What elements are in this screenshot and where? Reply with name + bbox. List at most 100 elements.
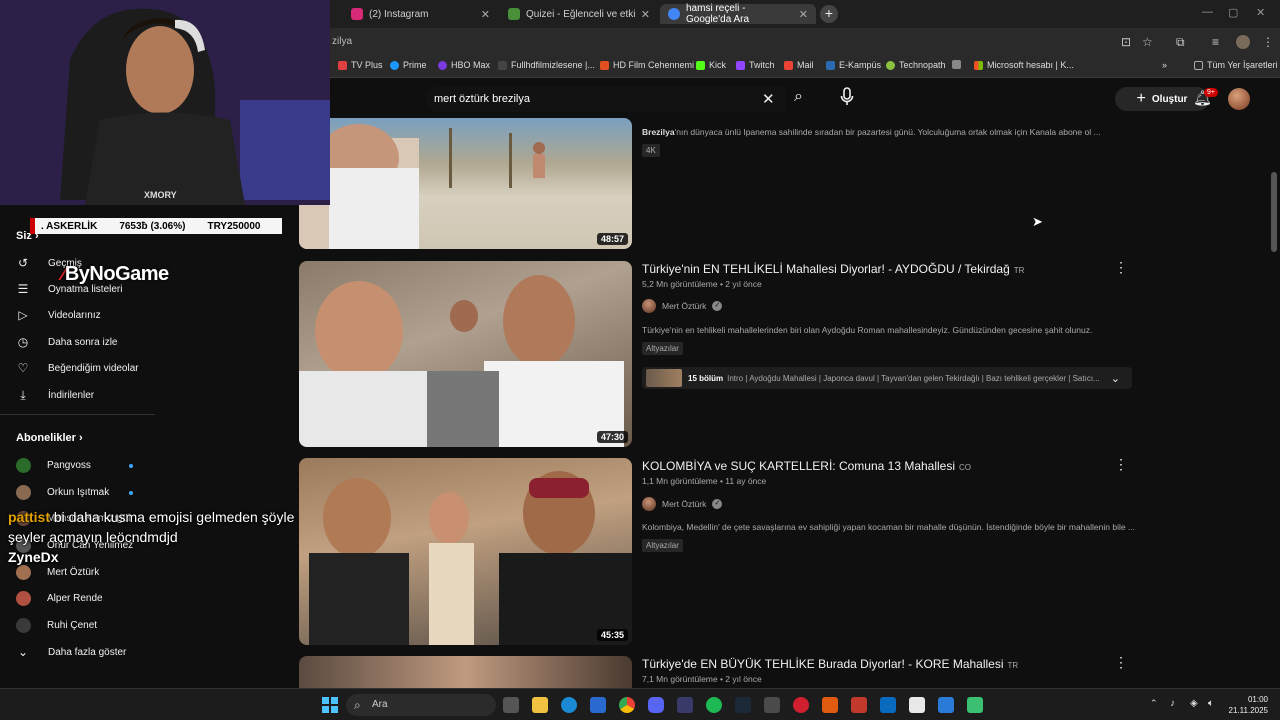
tab-instagram[interactable]: (2) Instagram ✕ [343, 4, 498, 24]
chevron-down-icon[interactable]: ⌄ [1111, 372, 1120, 385]
bookmark-kick[interactable]: Kick [696, 60, 726, 70]
bookmark-unnamed[interactable] [952, 60, 961, 69]
clear-search-icon[interactable]: ✕ [762, 90, 775, 108]
search-input[interactable]: mert öztürk brezilya [426, 86, 786, 112]
plus-icon: + [1136, 90, 1146, 107]
app-icon[interactable] [851, 697, 867, 713]
tab-google-search[interactable]: hamsi reçeli - Google'da Ara ✕ [660, 3, 816, 25]
chat-message: pattist bi daha kusma emojisi gelmeden ş… [8, 509, 295, 525]
bookmark-hbomax[interactable]: HBO Max [438, 60, 490, 70]
sidebar-item-watch-later[interactable]: ◷ Daha sonra izle [16, 333, 118, 351]
sidebar-item-downloads[interactable]: ⤓ İndirilenler [16, 386, 94, 404]
taskbar-clock[interactable]: 01:00 21.11.2025 [1226, 694, 1268, 716]
network-icon[interactable]: ◈ [1190, 698, 1198, 709]
more-options-icon[interactable]: ⋮ [1114, 456, 1128, 473]
tab-quizei[interactable]: Quizei - Eğlenceli ve etkileşimli ✕ [500, 4, 658, 24]
close-tab-icon[interactable]: ✕ [481, 8, 490, 21]
store-icon[interactable] [590, 697, 606, 713]
app-icon[interactable] [909, 697, 925, 713]
video-thumbnail[interactable]: 45:35 [299, 458, 632, 645]
sidebar-sub-ruhi[interactable]: Ruhi Çenet [16, 616, 97, 634]
bookmark-technopath[interactable]: Technopath [886, 60, 946, 70]
app-icon[interactable] [822, 697, 838, 713]
app-icon[interactable] [764, 697, 780, 713]
video-title[interactable]: Türkiye'de EN BÜYÜK TEHLİKE Burada Diyor… [642, 657, 1018, 671]
browser-menu-icon[interactable]: ⋮ [1262, 35, 1274, 49]
bookmark-microsoft[interactable]: Microsoft hesabı | K... [974, 60, 1074, 70]
new-tab-button[interactable]: + [820, 5, 838, 23]
taskbar-search-input[interactable]: Ara [346, 694, 496, 716]
app-icon[interactable] [677, 697, 693, 713]
sidebar-sub-orkun[interactable]: Orkun Işıtmak [16, 483, 109, 501]
sidebar-sub-pangvoss[interactable]: Pangvoss [16, 456, 91, 474]
sidebar: Siz › ↺ Geçmiş ☰ Oynatma listeleri ▷ Videol… [0, 218, 155, 688]
shirt-text: XMORY [144, 190, 177, 200]
microphone-tray-icon[interactable]: ♪ [1170, 698, 1175, 709]
video-thumbnail[interactable] [299, 656, 632, 688]
spotify-icon[interactable] [706, 697, 722, 713]
bookmark-mail[interactable]: Mail [784, 60, 814, 70]
app-icon[interactable] [967, 697, 983, 713]
volume-icon[interactable]: 🔈︎ [1208, 698, 1214, 709]
address-field[interactable]: zilya [330, 32, 1110, 52]
task-view-icon[interactable] [503, 697, 519, 713]
tab-title: Quizei - Eğlenceli ve etkileşimli [526, 8, 635, 20]
bookmark-twitch[interactable]: Twitch [736, 60, 775, 70]
subscriptions-title[interactable]: Abonelikler › [16, 432, 83, 444]
verified-check-icon: ✓ [712, 499, 723, 509]
bookmark-star-icon[interactable]: ☆ [1142, 35, 1153, 49]
microphone-icon[interactable] [840, 87, 854, 107]
bookmark-fullhdfilm[interactable]: Fullhdfilmizlesene |... [498, 60, 595, 70]
more-options-icon[interactable]: ⋮ [1114, 654, 1128, 671]
profile-avatar[interactable] [1236, 35, 1250, 49]
chrome-icon[interactable] [619, 697, 635, 713]
sidebar-item-your-videos[interactable]: ▷ Videolarınız [16, 306, 100, 324]
install-app-icon[interactable]: ⊡ [1121, 35, 1131, 49]
reading-list-icon[interactable]: ≡ [1212, 35, 1219, 49]
search-icon[interactable]: ⌕ [794, 88, 803, 106]
page-scrollbar[interactable] [1271, 172, 1277, 252]
video-thumbnail[interactable]: 47:30 [299, 261, 632, 447]
outlook-icon[interactable] [880, 697, 896, 713]
discord-icon[interactable] [648, 697, 664, 713]
bookmark-ekampus[interactable]: E-Kampüs [826, 60, 881, 70]
sidebar-item-liked-videos[interactable]: ♡ Beğendiğim videolar [16, 359, 139, 377]
channel-link[interactable]: Mert Öztürk ✓ [642, 299, 723, 313]
quizei-icon [508, 8, 520, 20]
twitch-icon [736, 60, 745, 70]
history-icon: ↺ [17, 256, 29, 270]
file-explorer-icon[interactable] [532, 697, 548, 713]
windows-start-icon[interactable] [322, 697, 338, 713]
video-description: Kolombiya, Medellin' de çete savaşlarına… [642, 522, 1136, 532]
app-icon[interactable] [938, 697, 954, 713]
show-more-button[interactable]: ⌄ Daha fazla göster [16, 643, 126, 661]
video-title[interactable]: KOLOMBİYA ve SUÇ KARTELLERİ: Comuna 13 M… [642, 459, 971, 473]
more-options-icon[interactable]: ⋮ [1114, 259, 1128, 276]
close-tab-icon[interactable]: ✕ [799, 8, 808, 21]
bookmark-tvplus[interactable]: TV Plus [338, 60, 383, 70]
webcam-overlay: XMORY [0, 0, 330, 205]
account-avatar[interactable] [1228, 88, 1250, 110]
tray-chevron-icon[interactable]: ⌃ [1150, 698, 1158, 709]
video-title[interactable]: Türkiye'nin EN TEHLİKELİ Mahallesi Diyor… [642, 262, 1024, 276]
app-icon[interactable] [793, 697, 809, 713]
duration-badge: 47:30 [596, 431, 628, 443]
extensions-icon[interactable]: ⧉ [1176, 35, 1185, 50]
channel-link[interactable]: Mert Öztürk ✓ [642, 497, 723, 511]
prime-icon [390, 60, 399, 70]
quality-badge: 4K [642, 144, 660, 157]
close-window-icon[interactable]: ✕ [1256, 6, 1265, 19]
bookmark-hdfilm[interactable]: HD Film Cehennemi [600, 60, 694, 70]
steam-icon[interactable] [735, 697, 751, 713]
bookmark-prime[interactable]: Prime [390, 60, 427, 70]
maximize-icon[interactable]: ▢ [1228, 6, 1238, 19]
sidebar-sub-alper[interactable]: Alper Rende [16, 589, 103, 607]
minimize-icon[interactable]: — [1202, 6, 1213, 18]
close-tab-icon[interactable]: ✕ [641, 8, 650, 21]
video-thumbnail[interactable]: 48:57 [299, 118, 632, 249]
chapters-row[interactable]: 15 bölüm Intro | Aydoğdu Mahallesi | Jap… [642, 367, 1132, 389]
technopath-icon [886, 60, 895, 70]
edge-icon[interactable] [561, 697, 577, 713]
all-bookmarks[interactable]: Tüm Yer İşaretleri [1194, 60, 1278, 70]
more-bookmarks-icon[interactable]: » [1162, 60, 1167, 70]
